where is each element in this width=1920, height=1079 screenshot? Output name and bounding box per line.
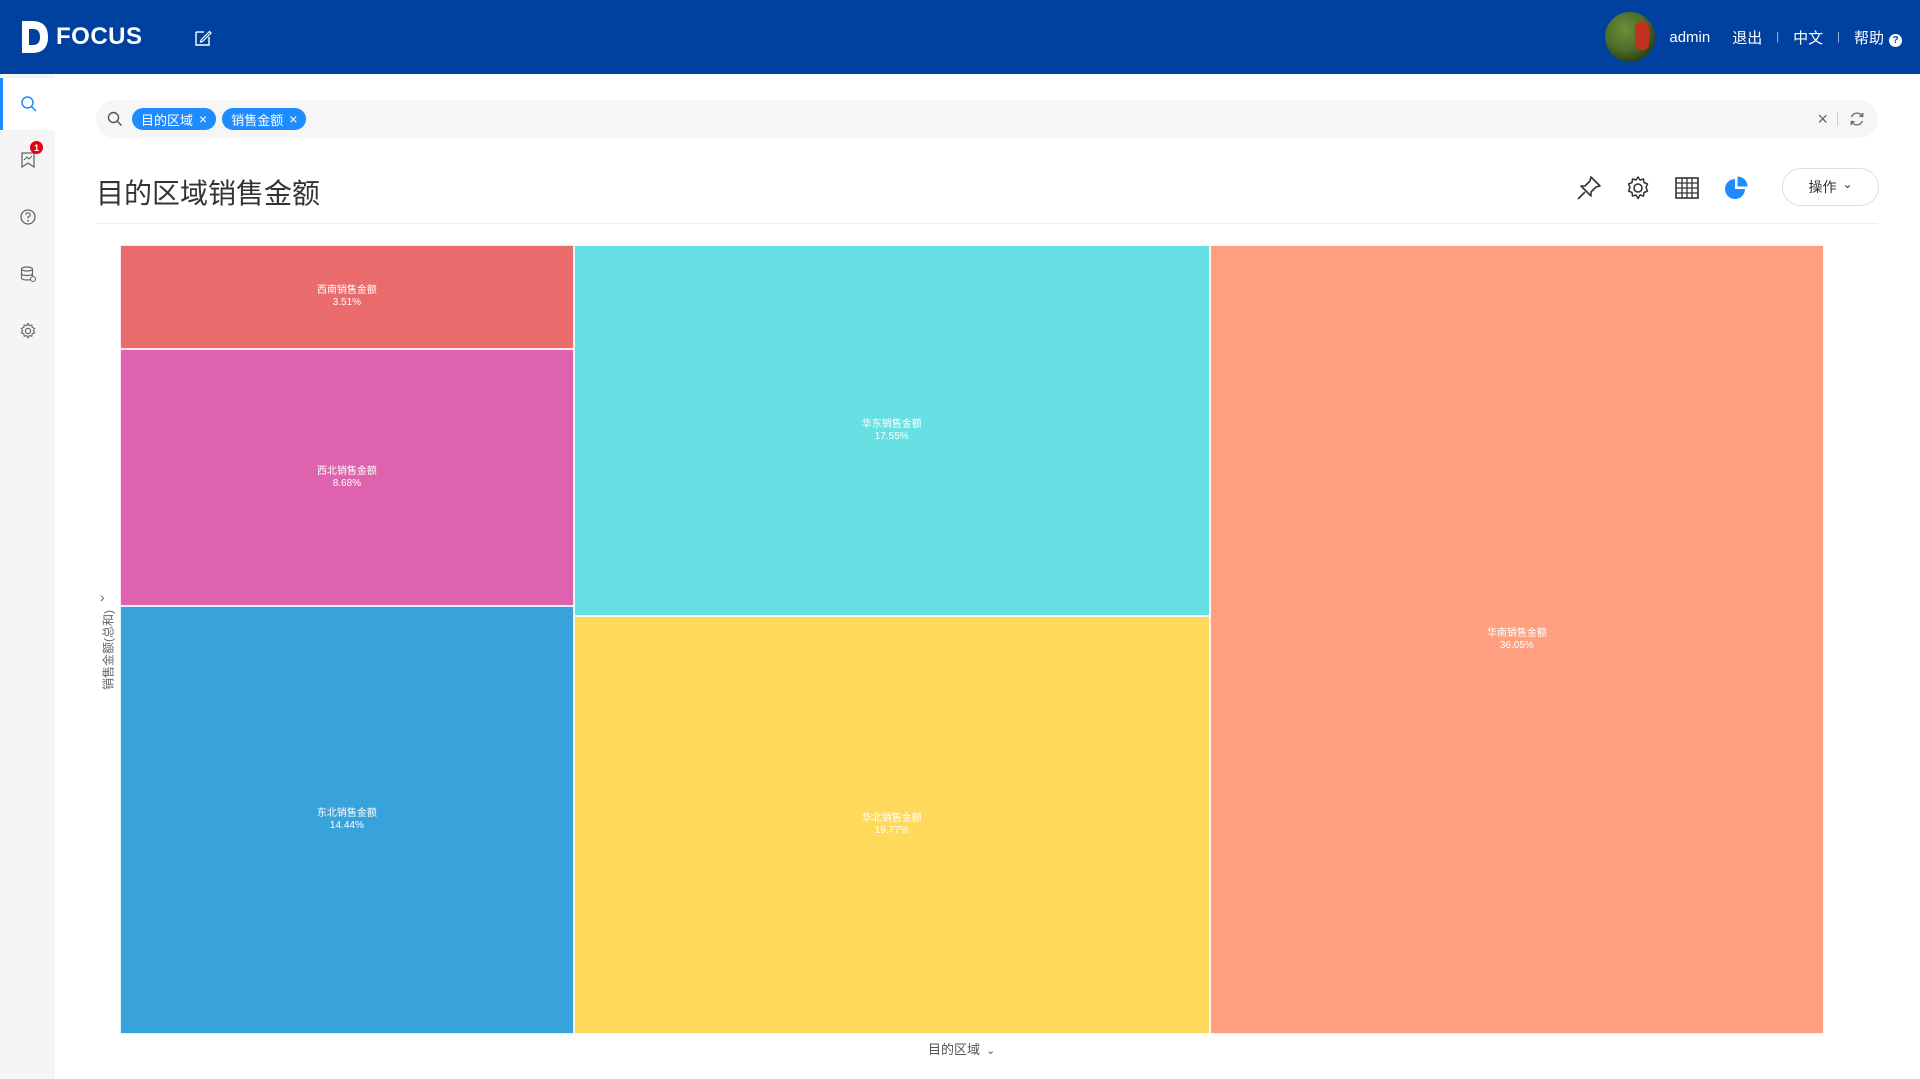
database-icon: [20, 266, 36, 283]
logout-link[interactable]: 退出: [1732, 27, 1762, 48]
treemap-tile[interactable]: 华北销售金额 19.77%: [573, 616, 1210, 1034]
tile-value: 36.05%: [1499, 639, 1534, 651]
search-icon: [21, 96, 37, 112]
sidebar-item-settings[interactable]: [0, 305, 55, 357]
divider: [1837, 112, 1838, 126]
token-remove-icon[interactable]: ×: [199, 111, 207, 127]
top-bar: FOCUS admin 退出 | 中文 | 帮助?: [0, 0, 1920, 74]
token-remove-icon[interactable]: ×: [289, 111, 297, 127]
tile-label: 西南销售金额: [316, 284, 377, 296]
help-link[interactable]: 帮助?: [1854, 27, 1902, 48]
search-bar[interactable]: 目的区域 × 销售金额 × ×: [96, 100, 1878, 138]
help-icon: [19, 209, 36, 225]
help-circle-icon: ?: [1889, 33, 1902, 47]
user-menu: admin 退出 | 中文 | 帮助?: [1605, 0, 1902, 74]
page-title: 目的区域销售金额: [96, 178, 321, 209]
tile-value: 14.44%: [329, 820, 364, 832]
x-axis-label-text: 目的区域: [928, 1042, 981, 1057]
divider: |: [1837, 31, 1840, 43]
settings-icon: [20, 322, 35, 339]
edit-icon[interactable]: [193, 28, 213, 48]
chevron-right-icon[interactable]: ›: [100, 589, 105, 605]
tile-label: 华东销售金额: [861, 418, 922, 430]
notification-badge: 1: [30, 141, 43, 154]
search-token[interactable]: 目的区域 ×: [132, 108, 217, 130]
sidebar-item-search[interactable]: [0, 78, 55, 130]
language-link[interactable]: 中文: [1793, 27, 1823, 48]
treemap-tile[interactable]: 西北销售金额 8.68%: [120, 348, 574, 607]
gear-icon[interactable]: [1624, 174, 1652, 202]
tile-value: 3.51%: [332, 296, 362, 308]
treemap-tile[interactable]: 东北销售金额 14.44%: [120, 606, 574, 1034]
refresh-icon[interactable]: [1848, 110, 1866, 128]
avatar[interactable]: [1605, 12, 1656, 62]
sidebar-item-data[interactable]: [0, 248, 55, 300]
divider: |: [1776, 31, 1780, 43]
tile-label: 东北销售金额: [316, 808, 377, 820]
table-icon[interactable]: [1673, 174, 1701, 202]
treemap-tile[interactable]: 华南销售金额 36.05%: [1209, 245, 1824, 1034]
chevron-down-icon: ⌄: [1842, 177, 1853, 191]
help-label: 帮助: [1853, 29, 1884, 47]
y-axis-label[interactable]: 销售金额(总和): [100, 610, 117, 690]
sidebar-item-help[interactable]: [0, 191, 55, 243]
x-axis-label[interactable]: 目的区域 ⌄: [928, 1039, 995, 1058]
search-icon: [107, 111, 122, 126]
tile-value: 8.68%: [332, 477, 362, 489]
logo-icon: [22, 21, 48, 53]
divider: [96, 223, 1878, 224]
sidebar-item-bookmarks[interactable]: 1: [0, 134, 55, 186]
tile-label: 西北销售金额: [316, 465, 377, 477]
treemap-tile[interactable]: 华东销售金额 17.55%: [573, 245, 1210, 617]
clear-search-icon[interactable]: ×: [1817, 109, 1828, 130]
search-token-label: 目的区域: [141, 112, 194, 128]
search-token-label: 销售金额: [231, 112, 284, 128]
tile-value: 19.77%: [874, 825, 909, 836]
tile-label: 华北销售金额: [861, 813, 922, 824]
chevron-down-icon: ⌄: [986, 1045, 996, 1057]
operations-label: 操作: [1808, 179, 1837, 195]
tile-label: 华南销售金额: [1486, 627, 1547, 639]
username[interactable]: admin: [1669, 29, 1710, 46]
pin-icon[interactable]: [1575, 174, 1603, 202]
tile-value: 17.55%: [874, 430, 909, 442]
logo-text: FOCUS: [56, 23, 143, 50]
sidebar: 1: [0, 74, 55, 1079]
logo[interactable]: FOCUS: [20, 17, 143, 57]
treemap-chart: 西南销售金额 3.51% 西北销售金额 8.68% 东北销售金额 14.44% 华东销售金额…: [120, 245, 1824, 1034]
pie-chart-icon[interactable]: [1722, 174, 1750, 202]
treemap-tile[interactable]: 西南销售金额 3.51%: [120, 245, 574, 349]
search-token[interactable]: 销售金额 ×: [222, 108, 307, 130]
operations-button[interactable]: 操作 ⌄: [1782, 168, 1879, 206]
